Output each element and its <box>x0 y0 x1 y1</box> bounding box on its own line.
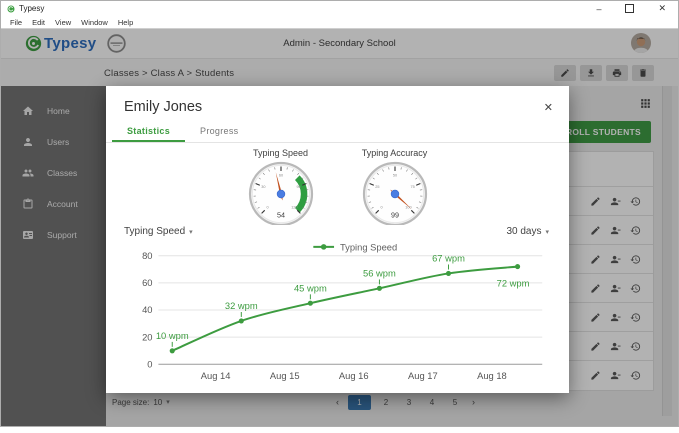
gauge-dial: 025507510099 <box>360 161 430 225</box>
svg-text:Aug 18: Aug 18 <box>477 371 507 381</box>
svg-text:99: 99 <box>391 211 399 220</box>
menu-view[interactable]: View <box>50 18 76 27</box>
chart-controls: Typing Speed ▾ 30 days ▾ <box>106 225 569 237</box>
svg-text:60: 60 <box>142 278 152 288</box>
svg-text:20: 20 <box>142 332 152 342</box>
svg-text:50: 50 <box>392 173 396 177</box>
tab-statistics[interactable]: Statistics <box>112 121 185 142</box>
svg-text:0: 0 <box>147 359 152 369</box>
caret-down-icon: ▾ <box>189 228 193 236</box>
gauges-row: Typing Speed 0 30 60 90 120 54 Typing Accurac… <box>106 148 569 225</box>
modal-close-button[interactable]: ✕ <box>544 101 553 114</box>
svg-text:60: 60 <box>278 173 282 177</box>
maximize-button[interactable] <box>625 4 634 13</box>
modal-title: Emily Jones <box>124 99 202 115</box>
svg-text:75: 75 <box>410 185 414 189</box>
svg-text:72 wpm: 72 wpm <box>497 278 530 288</box>
metric-select-value: Typing Speed <box>124 226 185 237</box>
menu-window[interactable]: Window <box>76 18 113 27</box>
gauge-typing-speed: Typing Speed 0 30 60 90 120 54 <box>225 148 337 225</box>
svg-text:32 wpm: 32 wpm <box>225 301 258 311</box>
modal-tabs: StatisticsProgress <box>106 121 569 143</box>
svg-text:Aug 17: Aug 17 <box>408 371 438 381</box>
svg-text:25: 25 <box>375 185 379 189</box>
caret-down-icon: ▾ <box>545 228 549 236</box>
svg-text:45 wpm: 45 wpm <box>294 283 327 293</box>
metric-select[interactable]: Typing Speed ▾ <box>124 226 193 237</box>
svg-text:30: 30 <box>261 185 265 189</box>
menu-help[interactable]: Help <box>113 18 138 27</box>
app-icon <box>7 5 15 13</box>
svg-text:Aug 15: Aug 15 <box>270 371 300 381</box>
svg-text:120: 120 <box>291 206 297 210</box>
minimize-button[interactable]: – <box>596 4 601 14</box>
app-window: Typesy – ✕ FileEditViewWindowHelp Typesy… <box>0 0 679 427</box>
titlebar: Typesy – ✕ <box>1 1 678 16</box>
range-select-value: 30 days <box>506 226 541 237</box>
svg-text:67 wpm: 67 wpm <box>432 254 465 264</box>
range-select[interactable]: 30 days ▾ <box>506 226 549 237</box>
svg-text:10 wpm: 10 wpm <box>156 331 189 341</box>
tab-progress[interactable]: Progress <box>185 121 253 142</box>
menu-bar: FileEditViewWindowHelp <box>1 16 678 29</box>
gauge-typing-accuracy: Typing Accuracy 025507510099 <box>339 148 451 225</box>
svg-text:0: 0 <box>380 206 382 210</box>
menu-edit[interactable]: Edit <box>27 18 50 27</box>
svg-text:80: 80 <box>142 251 152 261</box>
window-title: Typesy <box>19 4 44 13</box>
svg-text:40: 40 <box>142 305 152 315</box>
svg-text:0: 0 <box>266 206 268 210</box>
svg-text:Aug 16: Aug 16 <box>339 371 369 381</box>
typing-speed-chart: 0 20 40 60 80 Aug 14 Aug 15 Aug 16 Aug 17 Aug 18 1… <box>122 238 553 386</box>
svg-text:90: 90 <box>296 185 300 189</box>
svg-text:56 wpm: 56 wpm <box>363 268 396 278</box>
svg-text:54: 54 <box>277 211 285 220</box>
gauge-dial: 0 30 60 90 120 54 <box>246 161 316 225</box>
svg-text:Typing Speed: Typing Speed <box>340 242 397 252</box>
modal-header: Emily Jones ✕ <box>106 86 569 115</box>
menu-file[interactable]: File <box>5 18 27 27</box>
gauge-label: Typing Speed <box>225 148 337 158</box>
gauge-label: Typing Accuracy <box>339 148 451 158</box>
student-details-modal: Emily Jones ✕ StatisticsProgress Typing … <box>106 86 569 393</box>
svg-text:Aug 14: Aug 14 <box>201 371 231 381</box>
close-window-button[interactable]: ✕ <box>658 3 666 14</box>
